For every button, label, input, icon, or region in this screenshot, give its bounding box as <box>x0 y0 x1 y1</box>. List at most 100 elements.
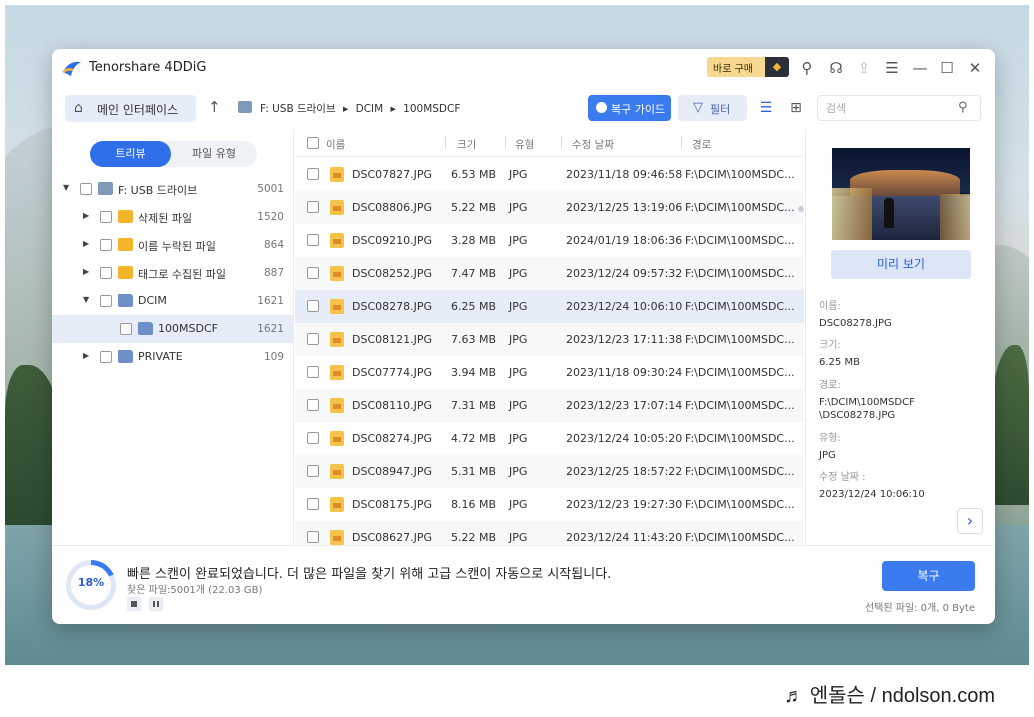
broom-icon[interactable]: ⚲ <box>796 57 818 79</box>
tree-item-tagged[interactable]: ▶ 태그로 수집된 파일 887 <box>52 259 294 287</box>
pause-icon[interactable] <box>149 597 163 611</box>
table-row[interactable]: DSC08806.JPG 5.22 MB JPG 2023/12/25 13:19:0… <box>295 191 804 224</box>
toolbar: ⌂ 메인 인터페이스 ↑ F: USB 드라이브 ▸ DCIM ▸ 100MSD… <box>52 87 995 129</box>
table-row[interactable]: DSC08252.JPG 7.47 MB JPG 2023/12/24 09:57:3… <box>295 257 804 290</box>
checkbox[interactable] <box>120 323 132 335</box>
image-file-icon <box>330 431 344 446</box>
tree-item-dcim[interactable]: ▼ DCIM 1621 <box>52 287 294 315</box>
menu-icon[interactable]: ☰ <box>881 57 903 79</box>
column-header-name[interactable]: 이름 <box>326 137 345 152</box>
row-checkbox[interactable] <box>307 366 319 378</box>
tree-item-label: 100MSDCF <box>158 322 218 335</box>
checkbox[interactable] <box>100 211 112 223</box>
tree-item-count: 5001 <box>257 183 284 195</box>
cell-type: JPG <box>509 201 528 214</box>
checkbox[interactable] <box>100 295 112 307</box>
row-checkbox[interactable] <box>307 465 319 477</box>
folder-icon <box>118 350 133 363</box>
cell-name: DSC08278.JPG <box>352 300 433 313</box>
select-all-checkbox[interactable] <box>307 137 319 149</box>
row-checkbox[interactable] <box>307 234 319 246</box>
row-checkbox[interactable] <box>307 267 319 279</box>
row-checkbox[interactable] <box>307 432 319 444</box>
cell-size: 7.31 MB <box>451 399 497 412</box>
expand-right-icon[interactable]: ▶ <box>83 211 89 220</box>
tree-item-private[interactable]: ▶ PRIVATE 109 <box>52 343 294 371</box>
row-checkbox[interactable] <box>307 399 319 411</box>
stop-icon[interactable] <box>127 597 141 611</box>
home-button[interactable]: ⌂ 메인 인터페이스 <box>65 95 196 122</box>
column-header-date[interactable]: 수정 날짜 <box>572 137 614 152</box>
next-arrow-icon[interactable]: › <box>957 508 983 534</box>
cell-path: F:\DCIM\100MSDC... <box>685 366 795 379</box>
close-icon[interactable]: ✕ <box>964 57 986 79</box>
table-row[interactable]: DSC09210.JPG 3.28 MB JPG 2024/01/19 18:06:3… <box>295 224 804 257</box>
table-row[interactable]: DSC08121.JPG 7.63 MB JPG 2023/12/23 17:11:3… <box>295 323 804 356</box>
row-checkbox[interactable] <box>307 498 319 510</box>
tab-file-type[interactable]: 파일 유형 <box>171 141 257 167</box>
table-row[interactable]: DSC07774.JPG 3.94 MB JPG 2023/11/18 09:30:2… <box>295 356 804 389</box>
tree-item-deleted[interactable]: ▶ 삭제된 파일 1520 <box>52 203 294 231</box>
checkbox[interactable] <box>100 267 112 279</box>
column-header-size[interactable]: 크기 <box>457 137 476 152</box>
tree-item-100msdcf[interactable]: 100MSDCF 1621 <box>52 315 294 343</box>
expand-down-icon[interactable]: ▼ <box>63 183 69 192</box>
up-arrow-icon[interactable]: ↑ <box>208 98 221 116</box>
breadcrumb-item[interactable]: F: USB 드라이브 <box>260 103 336 115</box>
tree-item-unnamed[interactable]: ▶ 이름 누락된 파일 864 <box>52 231 294 259</box>
table-row[interactable]: DSC08110.JPG 7.31 MB JPG 2023/12/23 17:07:1… <box>295 389 804 422</box>
breadcrumb-item[interactable]: DCIM <box>356 103 384 115</box>
grid-view-icon[interactable]: ⊞ <box>785 95 807 121</box>
table-row[interactable]: DSC08274.JPG 4.72 MB JPG 2023/12/24 10:05:2… <box>295 422 804 455</box>
expand-down-icon[interactable]: ▼ <box>83 295 89 304</box>
table-row[interactable]: DSC08947.JPG 5.31 MB JPG 2023/12/25 18:57:2… <box>295 455 804 488</box>
column-header-type[interactable]: 유형 <box>515 137 534 152</box>
maximize-icon[interactable]: ☐ <box>936 57 958 79</box>
table-row[interactable]: DSC08278.JPG 6.25 MB JPG 2023/12/24 10:06:1… <box>295 290 804 323</box>
recovery-guide-button[interactable]: 복구 가이드 <box>588 95 671 121</box>
checkbox[interactable] <box>80 183 92 195</box>
breadcrumb-item[interactable]: 100MSDCF <box>403 103 460 115</box>
buy-now-button[interactable]: 바로 구매 ◆ <box>707 57 789 77</box>
tab-tree-view[interactable]: 트리뷰 <box>90 141 171 167</box>
search-icon[interactable]: ⚲ <box>958 100 968 115</box>
table-row[interactable]: DSC08175.JPG 8.16 MB JPG 2023/12/23 19:27:3… <box>295 488 804 521</box>
filter-button[interactable]: ▽ 필터 <box>678 95 747 121</box>
folder-icon <box>138 322 153 335</box>
row-checkbox[interactable] <box>307 300 319 312</box>
tree-item-label: 삭제된 파일 <box>138 212 193 225</box>
meta-size-key: 크기: <box>819 340 841 351</box>
checkbox[interactable] <box>100 239 112 251</box>
minimize-icon[interactable]: — <box>909 57 931 79</box>
cell-type: JPG <box>509 531 528 544</box>
meta-type-value: JPG <box>819 450 836 461</box>
row-checkbox[interactable] <box>307 168 319 180</box>
share-icon[interactable]: ⇪ <box>853 57 875 79</box>
checkbox[interactable] <box>100 351 112 363</box>
expand-right-icon[interactable]: ▶ <box>83 239 89 248</box>
search-input[interactable] <box>817 95 981 121</box>
list-view-icon[interactable]: ☰ <box>755 95 777 121</box>
cell-path: F:\DCIM\100MSDC... <box>685 234 795 247</box>
expand-right-icon[interactable]: ▶ <box>83 351 89 360</box>
headset-icon[interactable]: ☊ <box>825 57 847 79</box>
tree-item-usb-drive[interactable]: ▼ F: USB 드라이브 5001 <box>52 175 294 203</box>
row-checkbox[interactable] <box>307 201 319 213</box>
cell-name: DSC08806.JPG <box>352 201 433 214</box>
scrollbar-thumb[interactable] <box>798 206 804 212</box>
cell-path: F:\DCIM\100MSDC... <box>685 531 795 544</box>
expand-right-icon[interactable]: ▶ <box>83 267 89 276</box>
meta-date-key: 수정 날짜 : <box>819 472 866 483</box>
row-checkbox[interactable] <box>307 333 319 345</box>
preview-button[interactable]: 미리 보기 <box>831 250 971 279</box>
status-bar: 18% 빠른 스캔이 완료되었습니다. 더 많은 파일을 찾기 위해 고급 스캔… <box>52 545 995 624</box>
cell-size: 6.25 MB <box>451 300 497 313</box>
cell-name: DSC08121.JPG <box>352 333 433 346</box>
cell-size: 5.31 MB <box>451 465 497 478</box>
table-row[interactable]: DSC07827.JPG 6.53 MB JPG 2023/11/18 09:46:5… <box>295 158 804 191</box>
recover-button[interactable]: 복구 <box>882 561 975 591</box>
tree-item-count: 887 <box>263 267 284 279</box>
column-header-path[interactable]: 경로 <box>692 137 711 152</box>
row-checkbox[interactable] <box>307 531 319 543</box>
usb-drive-icon <box>238 101 252 113</box>
